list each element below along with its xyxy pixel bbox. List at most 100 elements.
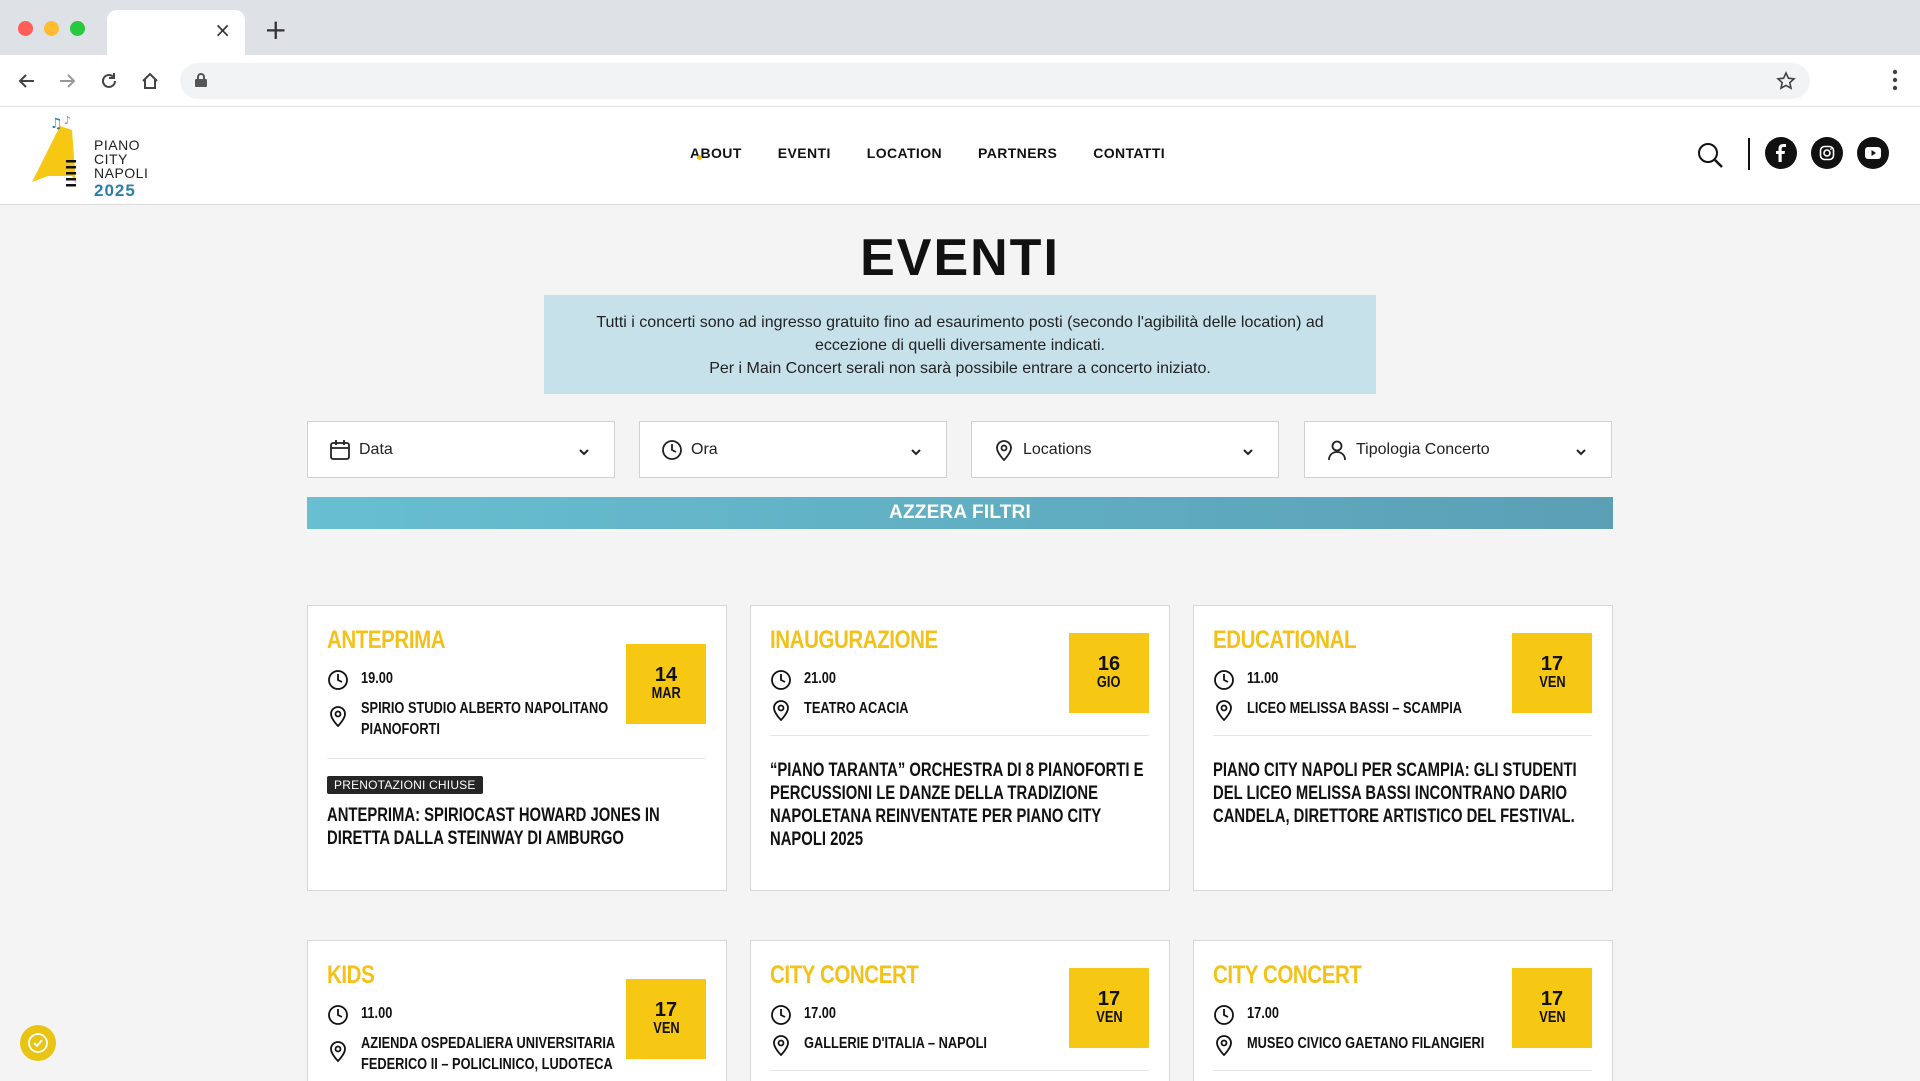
back-icon[interactable] [14,68,40,94]
event-time: 19.00 [361,670,394,687]
event-date-badge: 17 VEN [1512,633,1592,713]
event-time-row: 17.00 [1213,1003,1287,1027]
chevron-down-icon [1242,443,1254,462]
clock-icon [770,1003,794,1027]
event-day-number: 17 [654,999,678,1021]
logo-wordmark: PIANO CITY NAPOLI [94,137,149,181]
event-category: ANTEPRIMA [327,626,446,654]
event-day-number: 17 [1097,988,1121,1010]
location-pin-icon [327,1039,351,1063]
event-time: 11.00 [361,1005,393,1022]
nav-contatti[interactable]: CONTATTI [1093,145,1165,161]
event-card[interactable]: KIDS 17 VEN 11.00 AZIENDA OSPEDALIERA UN… [307,940,727,1081]
browser-tab[interactable]: × [107,10,245,55]
location-pin-icon [1213,1033,1237,1057]
svg-text:♪: ♪ [64,114,71,127]
event-location-row: AZIENDA OSPEDALIERA UNIVERSITARIA FEDERI… [327,1033,679,1075]
event-category: KIDS [327,961,375,989]
event-time-row: 19.00 [327,668,401,692]
event-day-name: VEN [1095,1009,1123,1026]
location-pin-icon [770,1033,794,1057]
event-title[interactable]: ANTEPRIMA: SPIRIOCAST HOWARD JONES IN DI… [327,804,709,850]
search-icon[interactable] [1696,141,1724,173]
event-time: 11.00 [1247,670,1279,687]
event-title[interactable]: PIANO CITY NAPOLI PER SCAMPIA: GLI STUDE… [1213,759,1595,828]
event-location: SPIRIO STUDIO ALBERTO NAPOLITANO PIANOFO… [361,700,609,738]
event-day-number: 17 [1540,988,1564,1010]
filter-label: Locations [1023,440,1092,458]
youtube-icon[interactable] [1857,137,1889,169]
event-location: AZIENDA OSPEDALIERA UNIVERSITARIA FEDERI… [361,1035,616,1073]
accessibility-icon [28,1033,48,1053]
event-day-name: VEN [1538,674,1566,691]
event-card[interactable]: EDUCATIONAL 17 VEN 11.00 LICEO MELISSA B… [1193,605,1613,891]
event-location: TEATRO ACACIA [804,700,909,717]
info-notice: Tutti i concerti sono ad ingresso gratui… [544,295,1376,394]
tab-close-icon[interactable]: × [214,20,231,40]
nav-active-indicator [697,155,702,160]
event-time-row: 11.00 [327,1003,400,1027]
main-navigation: ABOUT EVENTI LOCATION PARTNERS CONTATTI [690,145,1165,161]
notice-text-2: Per i Main Concert serali non sarà possi… [709,360,1211,377]
svg-text:♫: ♫ [50,116,63,132]
event-date-badge: 17 VEN [1069,968,1149,1048]
filter-data-select[interactable]: Data [307,421,615,478]
event-location-row: MUSEO CIVICO GAETANO FILANGIERI [1213,1033,1544,1057]
location-pin-icon [327,704,351,728]
event-card[interactable]: CITY CONCERT 17 VEN 17.00 GALLERIE D'ITA… [750,940,1170,1081]
clock-icon [661,439,683,461]
event-title[interactable]: “PIANO TARANTA” ORCHESTRA DI 8 PIANOFORT… [770,759,1152,851]
facebook-icon[interactable] [1765,137,1797,169]
forward-icon[interactable] [54,68,80,94]
event-time: 17.00 [1247,1005,1280,1022]
chevron-down-icon [578,443,590,462]
browser-menu-icon[interactable] [1892,69,1898,95]
status-badge: PRENOTAZIONI CHIUSE [327,776,483,794]
reload-icon[interactable] [96,68,122,94]
event-category: EDUCATIONAL [1213,626,1357,654]
bookmark-star-icon[interactable] [1776,71,1796,95]
clock-icon [1213,668,1237,692]
window-minimize-button[interactable] [44,21,59,36]
event-location-row: TEATRO ACACIA [770,698,935,722]
page-title: EVENTI [860,229,1060,287]
accessibility-button[interactable] [20,1025,56,1061]
event-category: INAUGURAZIONE [770,626,938,654]
nav-partners[interactable]: PARTNERS [978,145,1057,161]
site-header: ♫ ♪ PIANO CITY NAPOLI 2025 ABOUT EVENTI … [0,107,1920,205]
lock-icon [194,72,208,92]
event-card[interactable]: CITY CONCERT 17 VEN 17.00 MUSEO CIVICO G… [1193,940,1613,1081]
event-card[interactable]: ANTEPRIMA 14 MAR 19.00 SPIRIO STUDIO ALB… [307,605,727,891]
filter-label: Data [359,440,393,458]
clock-icon [770,668,794,692]
location-pin-icon [770,698,794,722]
location-pin-icon [1213,698,1237,722]
event-card[interactable]: INAUGURAZIONE 16 GIO 21.00 TEATRO ACACIA… [750,605,1170,891]
event-day-name: VEN [1538,1009,1566,1026]
filter-locations-select[interactable]: Locations [971,421,1279,478]
event-time-row: 17.00 [770,1003,844,1027]
filter-ora-select[interactable]: Ora [639,421,947,478]
header-divider [1748,138,1750,170]
event-location-row: LICEO MELISSA BASSI – SCAMPIA [1213,698,1516,722]
new-tab-button[interactable]: + [264,16,287,44]
event-category: CITY CONCERT [1213,961,1362,989]
card-divider [770,735,1149,736]
reset-filters-button[interactable]: AZZERA FILTRI [307,497,1613,529]
home-icon[interactable] [137,68,163,94]
clock-icon [327,668,351,692]
instagram-icon[interactable] [1811,137,1843,169]
event-day-number: 17 [1540,653,1564,675]
filter-tipologia-select[interactable]: Tipologia Concerto [1304,421,1612,478]
person-icon [1326,439,1348,461]
card-divider [1213,1070,1592,1071]
nav-location[interactable]: LOCATION [867,145,942,161]
window-maximize-button[interactable] [70,21,85,36]
card-divider [327,758,706,759]
address-bar[interactable] [180,63,1810,99]
nav-eventi[interactable]: EVENTI [778,145,831,161]
piano-city-napoli-logo[interactable]: ♫ ♪ PIANO CITY NAPOLI 2025 [32,112,162,200]
window-close-button[interactable] [18,21,33,36]
event-time-row: 21.00 [770,668,844,692]
chevron-down-icon [1575,443,1587,462]
